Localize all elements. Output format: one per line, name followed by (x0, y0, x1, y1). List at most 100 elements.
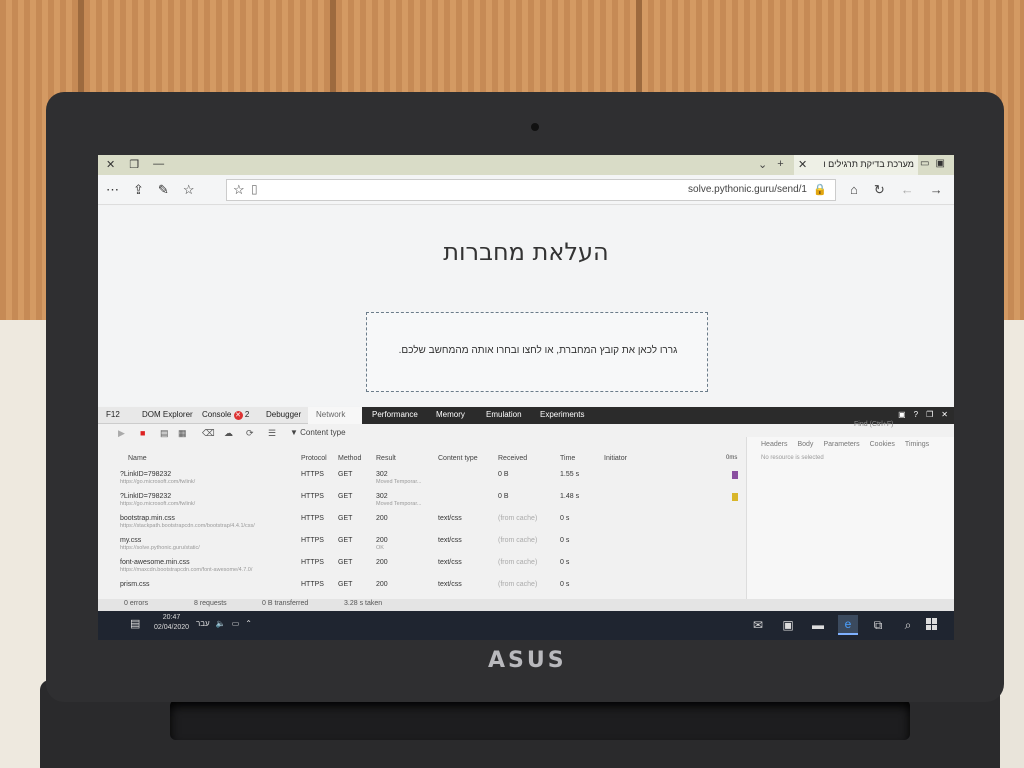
taskbar-clock[interactable]: 20:47 02/04/2020 (154, 613, 189, 633)
url-text[interactable]: solve.pythonic.guru/send/1 (688, 184, 807, 195)
network-table-header: Name Protocol Method Result Content type… (108, 453, 738, 467)
timeline-label: 0ms (726, 455, 738, 461)
tab-memory[interactable]: Memory (436, 410, 465, 419)
col-protocol[interactable]: Protocol (301, 455, 327, 462)
search-icon[interactable]: ⌕ (898, 615, 918, 635)
network-toolbar: ▶ ■ ▤ ▦ ⌫ ☁ ⟳ ☰ ▼ Content type (98, 425, 738, 441)
list-icon[interactable]: ☰ (268, 428, 276, 439)
col-received[interactable]: Received (498, 455, 527, 462)
undock-icon[interactable]: ▣ (898, 410, 906, 419)
details-tab-headers[interactable]: Headers (761, 441, 787, 448)
col-result[interactable]: Result (376, 455, 396, 462)
system-tray: עבר 🔈 ▭ ⌃ (196, 619, 252, 628)
table-row[interactable]: my.css https://solve.pythonic.guru/stati… (108, 535, 738, 557)
row-protocol: HTTPS (301, 581, 324, 588)
col-method[interactable]: Method (338, 455, 361, 462)
new-tab-icon[interactable]: + (777, 158, 783, 171)
lock-icon[interactable]: 🔒 (813, 183, 827, 196)
tab-close-icon[interactable]: ✕ (798, 158, 807, 171)
favorites-icon[interactable]: ☆ (183, 182, 195, 198)
details-tab-body[interactable]: Body (797, 441, 813, 448)
tab-network[interactable]: Network (316, 410, 345, 419)
row-url: https://go.microsoft.com/fwlink/ (120, 479, 196, 485)
export-icon[interactable]: ▦ (178, 428, 187, 439)
row-method: GET (338, 471, 353, 478)
tab-preview-icon[interactable]: ▭ (920, 158, 929, 169)
col-initiator[interactable]: Initiator (604, 455, 627, 462)
tab-performance[interactable]: Performance (372, 410, 418, 419)
address-bar[interactable]: ☆ ▯ solve.pythonic.guru/send/1 🔒 (226, 179, 836, 201)
reading-view-icon[interactable]: ▯ (251, 182, 258, 196)
tab-dom-explorer[interactable]: DOM Explorer (142, 410, 193, 419)
pen-icon[interactable]: ✎ (158, 182, 169, 198)
col-content-type[interactable]: Content type (438, 455, 478, 462)
tab-emulation[interactable]: Emulation (486, 410, 522, 419)
row-result: 200 (376, 581, 388, 588)
row-result-text: OK (376, 545, 384, 551)
laptop-hinge (170, 700, 910, 740)
home-icon[interactable]: ⌂ (850, 182, 858, 198)
close-icon[interactable]: ✕ (941, 410, 948, 419)
row-url: https://solve.pythonic.guru/static/ (120, 545, 200, 551)
table-row[interactable]: font-awesome.min.css https://maxcdn.boot… (108, 557, 738, 579)
find-input[interactable]: Find (Ctrl+F) (854, 421, 948, 433)
store-icon[interactable]: ▣ (778, 615, 798, 635)
row-url: https://stackpath.bootstrapcdn.com/boots… (120, 523, 255, 529)
task-view-icon[interactable]: ⧉ (868, 615, 888, 635)
table-row[interactable]: bootstrap.min.css https://stackpath.boot… (108, 513, 738, 535)
clock-time: 20:47 (162, 614, 181, 621)
table-row[interactable]: prism.css HTTPS GET 200 text/css (from c… (108, 579, 738, 593)
mail-icon[interactable]: ✉ (748, 615, 768, 635)
clear-icon[interactable]: ⌫ (202, 428, 215, 439)
cache-icon[interactable]: ☁ (224, 428, 233, 439)
row-received: (from cache) (498, 515, 538, 522)
notifications-icon[interactable]: ▤ (130, 617, 140, 630)
file-dropzone[interactable]: גררו לכאן את קובץ המחברת, או לחצו ובחרו … (366, 312, 708, 392)
details-tab-cookies[interactable]: Cookies (870, 441, 895, 448)
share-icon[interactable]: ⇪ (133, 182, 144, 198)
chevron-up-icon[interactable]: ⌃ (245, 619, 252, 628)
timeline-bar (732, 493, 738, 501)
refresh-icon[interactable]: ↻ (874, 182, 885, 198)
content-type-filter[interactable]: ▼ Content type (290, 428, 346, 437)
nav-buttons: ⌂ ↻ ← → (850, 182, 943, 198)
tab-console[interactable]: Console ✕ 2 (202, 410, 249, 420)
details-tab-timings[interactable]: Timings (905, 441, 929, 448)
save-icon[interactable]: ▤ (160, 428, 169, 439)
file-explorer-icon[interactable]: ▬ (808, 615, 828, 635)
volume-icon[interactable]: 🔈 (216, 619, 226, 628)
minimize-icon[interactable]: — (153, 158, 164, 171)
tab-active[interactable]: מערכת בדיקת תרגילים ו (794, 155, 918, 175)
brand-logo: ASUS (488, 648, 567, 673)
row-result: 200 (376, 537, 388, 544)
start-icon[interactable] (926, 618, 938, 630)
edge-icon[interactable]: e (838, 615, 858, 635)
set-aside-icon[interactable]: ▣ (935, 158, 944, 169)
back-icon[interactable]: ← (901, 182, 914, 198)
status-transferred: 0 B transferred (262, 600, 309, 607)
details-tab-parameters[interactable]: Parameters (823, 441, 859, 448)
tab-experiments[interactable]: Experiments (540, 410, 584, 419)
row-method: GET (338, 559, 353, 566)
col-time[interactable]: Time (560, 455, 575, 462)
devtools-window-buttons: ▣ ? ❐ ✕ (898, 410, 948, 419)
restore-icon[interactable]: ❐ (926, 410, 933, 419)
play-icon[interactable]: ▶ (118, 428, 125, 439)
chevron-down-icon[interactable]: ⌄ (758, 158, 767, 171)
battery-icon[interactable]: ▭ (232, 619, 240, 628)
more-icon[interactable]: ⋯ (106, 182, 119, 198)
taskbar-apps: ✉ ▣ ▬ e ⧉ ⌕ (748, 615, 918, 635)
stop-icon[interactable]: ■ (140, 428, 145, 438)
restore-icon[interactable]: ❐ (129, 158, 139, 171)
table-row[interactable]: ?LinkID=798232 https://go.microsoft.com/… (108, 491, 738, 513)
language-indicator[interactable]: עבר (196, 619, 210, 628)
star-icon[interactable]: ☆ (233, 182, 245, 198)
forward-icon[interactable]: → (930, 182, 943, 198)
throttle-icon[interactable]: ⟳ (246, 428, 254, 439)
help-icon[interactable]: ? (914, 410, 918, 419)
col-name[interactable]: Name (128, 455, 147, 462)
tab-debugger[interactable]: Debugger (266, 410, 301, 419)
table-row[interactable]: ?LinkID=798232 https://go.microsoft.com/… (108, 469, 738, 491)
row-result-text: Moved Temporar... (376, 479, 422, 485)
close-icon[interactable]: ✕ (106, 158, 115, 171)
